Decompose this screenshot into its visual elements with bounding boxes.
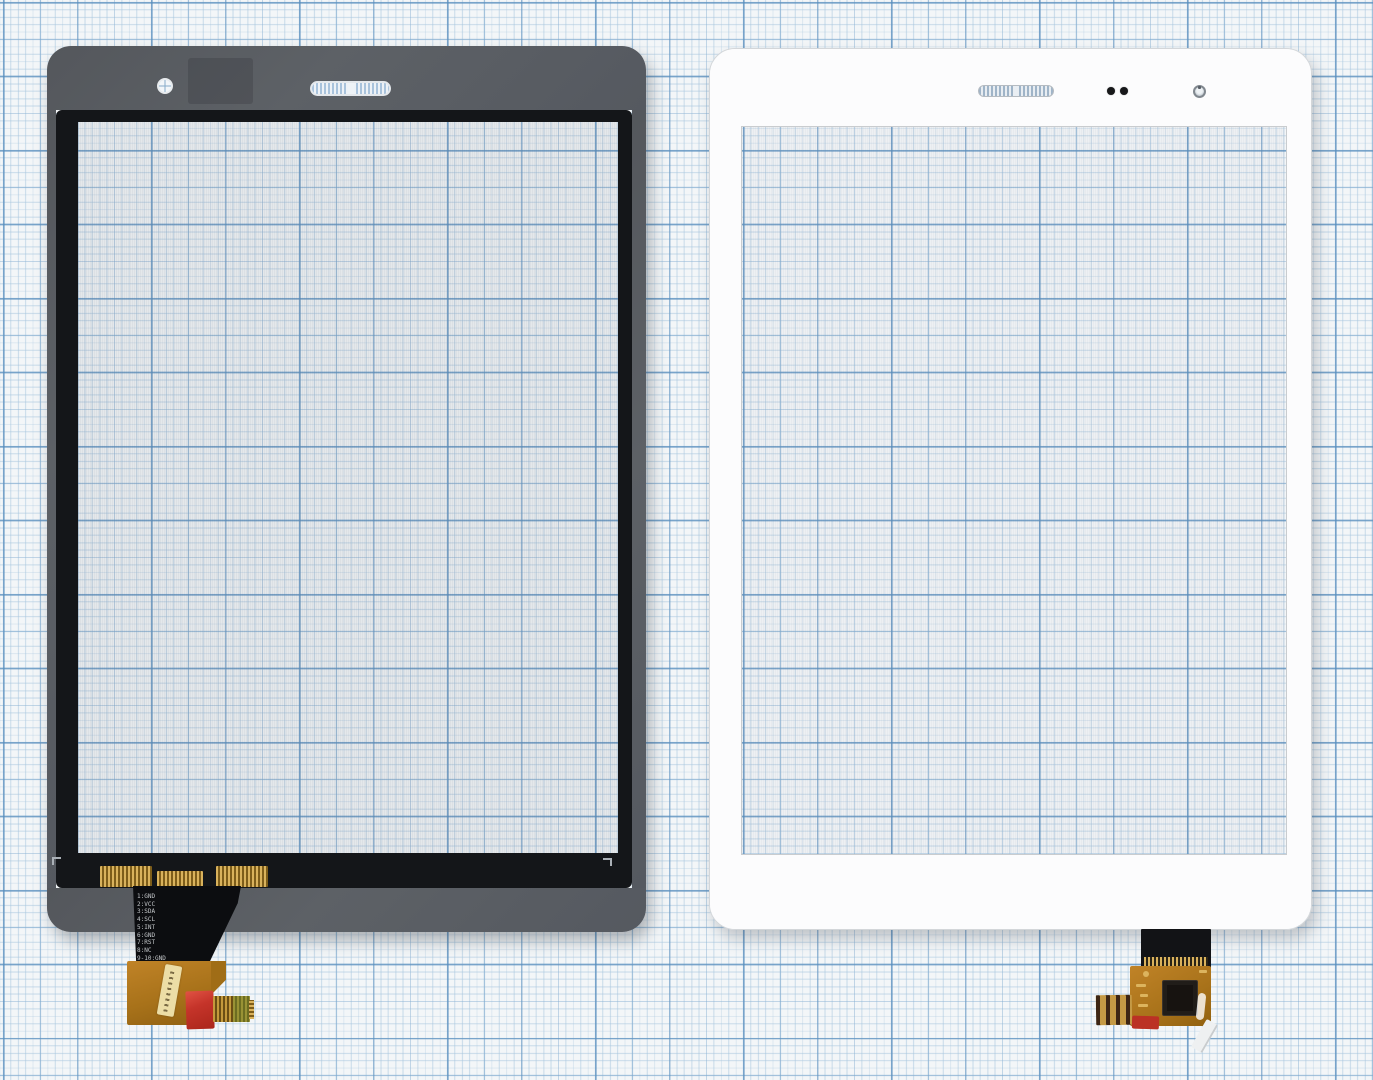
flex-ribbon-connector — [1096, 995, 1133, 1026]
red-pull-tab — [1132, 1016, 1159, 1030]
fpc-trace — [1138, 1004, 1148, 1007]
speaker-mesh-icon — [978, 85, 1054, 97]
white-panel-right-bezel — [1286, 127, 1312, 854]
front-camera-hole-icon — [157, 78, 173, 94]
black-panel-window-frame — [56, 110, 632, 888]
fpc-trace — [1140, 994, 1148, 997]
fpc-trace — [1136, 984, 1146, 987]
flex-pinout-labels: 1:GND 2:VCC 3:SDA 4:SCL 5:INT 6:GND 7:RS… — [137, 893, 197, 962]
sensor-dot-icon — [1107, 87, 1115, 95]
fpc-test-pad — [1143, 971, 1149, 977]
adhesive-shade — [188, 58, 253, 104]
black-digitizer-panel — [47, 46, 646, 932]
fpc-trace — [1199, 970, 1207, 973]
black-panel-right-bezel — [632, 110, 646, 888]
alignment-mark-right — [603, 858, 612, 866]
white-panel-window-frame — [741, 126, 1287, 855]
flex-connector — [213, 996, 250, 1022]
red-pull-tab — [185, 991, 214, 1030]
front-camera-hole-icon — [1193, 85, 1206, 98]
white-panel-left-bezel — [710, 127, 742, 854]
sticker-print — [163, 969, 174, 1012]
white-digitizer-panel — [709, 48, 1312, 930]
flex-connector-tip — [249, 1000, 254, 1019]
alignment-mark-left — [52, 857, 61, 865]
speaker-mesh-icon — [310, 81, 391, 96]
black-panel-left-bezel — [47, 110, 56, 888]
bond-gold-fingers — [100, 866, 152, 887]
sensor-dot-icon — [1120, 87, 1128, 95]
white-panel-top-bezel — [710, 49, 1312, 127]
black-panel-top-bezel — [47, 46, 646, 110]
bond-gold-fingers — [216, 866, 268, 887]
touch-controller-chip — [1162, 980, 1198, 1016]
white-panel-bottom-bezel — [710, 854, 1312, 930]
